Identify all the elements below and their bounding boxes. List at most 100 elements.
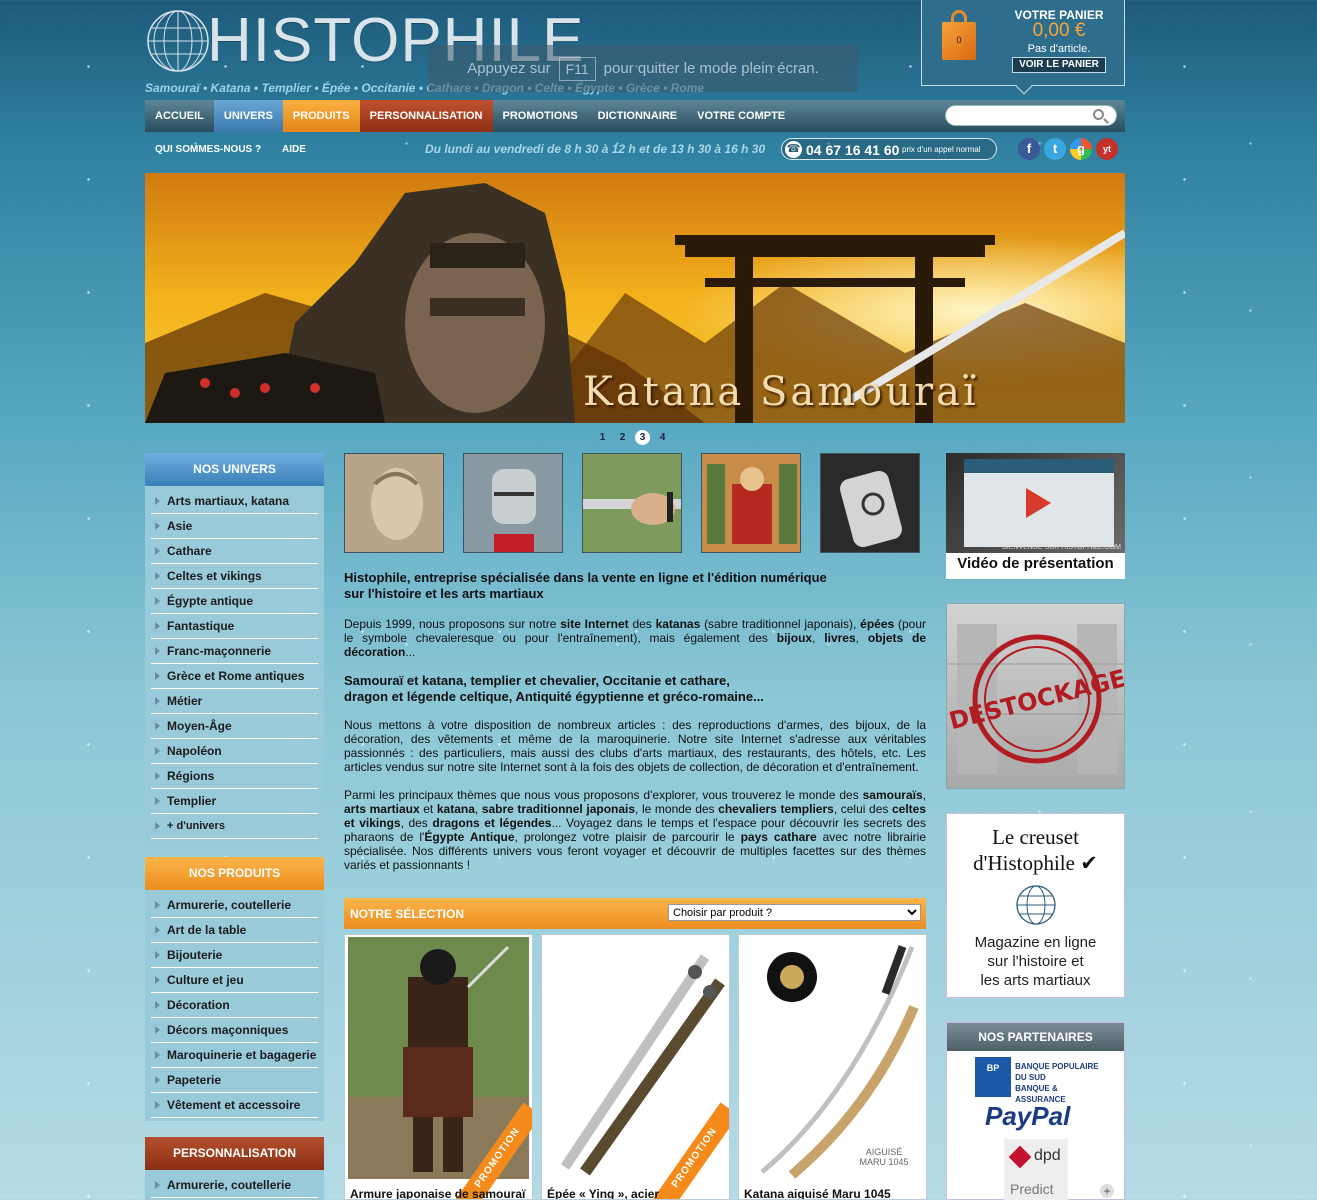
- search-input[interactable]: [954, 106, 1094, 125]
- intro-heading-2a: Samouraï et katana, templier et chevalie…: [344, 673, 730, 688]
- txt: , prolongez votre plaisir de parcourir l…: [514, 830, 741, 844]
- nav-promotions[interactable]: PROMOTIONS: [493, 100, 588, 132]
- fullscreen-notice-after: pour quitter le mode plein écran.: [603, 60, 819, 77]
- creuset-title-2: d'Histophile ✔: [973, 851, 1098, 875]
- nav-votre-compte[interactable]: VOTRE COMPTE: [687, 100, 795, 132]
- partners-heading: NOS PARTENAIRES: [947, 1023, 1124, 1051]
- txt-bold: dragons et légendes: [432, 816, 552, 830]
- thumbnail-templar-helmet[interactable]: [463, 453, 563, 553]
- univers-item[interactable]: Fantastique: [151, 614, 318, 639]
- banner-page-1[interactable]: 1: [595, 430, 610, 445]
- txt: ...: [405, 645, 416, 659]
- creuset-sub-2: sur l'histoire et: [987, 953, 1084, 970]
- destockage-banner[interactable]: DESTOCKAGE: [946, 603, 1125, 789]
- product-name[interactable]: Armure japonaise de samouraï: [350, 1187, 525, 1199]
- nav-univers[interactable]: UNIVERS: [213, 100, 283, 132]
- nav-produits[interactable]: PRODUITS: [282, 100, 360, 132]
- univers-item[interactable]: Arts martiaux, katana: [151, 489, 318, 514]
- help-link[interactable]: AIDE: [282, 144, 306, 155]
- txt: (sabre traditionnel japonais),: [700, 617, 861, 631]
- txt-bold: sabre traditionnel japonais: [481, 802, 636, 816]
- view-cart-button[interactable]: VOIR LE PANIER: [1012, 57, 1106, 73]
- intro-paragraph-3: Parmi les principaux thèmes que nous vou…: [344, 788, 926, 872]
- hero-banner[interactable]: Katana Samouraï: [145, 173, 1125, 423]
- univers-item[interactable]: Napoléon: [151, 739, 318, 764]
- facebook-icon[interactable]: f: [1018, 138, 1040, 160]
- sub-nav: QUI SOMMES-NOUS ? AIDE Du lundi au vendr…: [145, 138, 1125, 162]
- predict-text: Predict: [1010, 1181, 1054, 1197]
- univers-item[interactable]: Moyen-Âge: [151, 714, 318, 739]
- produits-item[interactable]: Vêtement et accessoire: [151, 1093, 318, 1118]
- search-icon[interactable]: [1093, 109, 1104, 120]
- product-filter-select[interactable]: Choisir par produit ?: [668, 904, 921, 921]
- youtube-icon[interactable]: yt: [1096, 138, 1118, 160]
- product-card-katana[interactable]: AIGUISÉ MARU 1045 Katana aiguisé Maru 10…: [738, 934, 927, 1200]
- txt-bold: samouraïs: [862, 788, 923, 802]
- univers-item[interactable]: Égypte antique: [151, 589, 318, 614]
- creuset-magazine[interactable]: Le creuset d'Histophile ✔ Magazine en li…: [946, 813, 1125, 998]
- katana-image-label: AIGUISÉ MARU 1045: [859, 1147, 909, 1167]
- cart-notch: [1015, 77, 1033, 95]
- banque-populaire-logo[interactable]: BP BANQUE POPULAIRE DU SUD BANQUE & ASSU…: [975, 1057, 1101, 1104]
- fullscreen-notice-before: Appuyez sur: [467, 60, 551, 77]
- nav-dictionnaire[interactable]: DICTIONNAIRE: [588, 100, 687, 132]
- more-univers-link[interactable]: + d'univers: [151, 814, 318, 839]
- video-presentation[interactable]: BIENVENUE SUR HISTOPHILE.COM Vidéo de pr…: [946, 453, 1125, 579]
- thumbnail-medieval-art[interactable]: [701, 453, 801, 553]
- banner-pager: 1 2 3 4: [595, 430, 670, 445]
- nav-personnalisation[interactable]: PERSONNALISATION: [359, 100, 493, 132]
- shopping-bag-icon: 0: [942, 10, 976, 60]
- phone-box: ☎ 04 67 16 41 60 prix d'un appel normal: [781, 138, 997, 160]
- produits-item[interactable]: Maroquinerie et bagagerie: [151, 1043, 318, 1068]
- univers-item[interactable]: Cathare: [151, 539, 318, 564]
- dpd-logo[interactable]: dpd Predict: [1004, 1139, 1068, 1200]
- google-icon[interactable]: g: [1070, 138, 1092, 160]
- thumbnail-egypt[interactable]: [344, 453, 444, 553]
- univers-item[interactable]: Celtes et vikings: [151, 564, 318, 589]
- produits-item[interactable]: Bijouterie: [151, 943, 318, 968]
- product-card-epee[interactable]: PROMOTION Épée « Ying », acier: [541, 934, 730, 1200]
- nav-accueil[interactable]: ACCUEIL: [145, 100, 214, 132]
- video-caption: Vidéo de présentation: [957, 555, 1114, 572]
- twitter-icon[interactable]: t: [1044, 138, 1066, 160]
- cart-status: Pas d'article.: [1027, 43, 1091, 55]
- univers-item[interactable]: Asie: [151, 514, 318, 539]
- produits-item[interactable]: Art de la table: [151, 918, 318, 943]
- intro-heading-1: Histophile, entreprise spécialisée dans …: [344, 570, 926, 602]
- txt: Parmi les principaux thèmes que nous vou…: [344, 788, 863, 802]
- personnalisation-box: PERSONNALISATION Armurerie, coutellerie: [145, 1137, 324, 1200]
- univers-item[interactable]: Franc-maçonnerie: [151, 639, 318, 664]
- banner-page-3[interactable]: 3: [635, 430, 650, 445]
- txt-bold: katanas: [655, 617, 701, 631]
- univers-item[interactable]: Grèce et Rome antiques: [151, 664, 318, 689]
- thumbnail-dog-tag[interactable]: [820, 453, 920, 553]
- produits-item[interactable]: Décoration: [151, 993, 318, 1018]
- univers-item[interactable]: Métier: [151, 689, 318, 714]
- txt: , des: [400, 816, 433, 830]
- banner-page-2[interactable]: 2: [615, 430, 630, 445]
- produits-item[interactable]: Décors maçonniques: [151, 1018, 318, 1043]
- personnalisation-item[interactable]: Armurerie, coutellerie: [151, 1173, 318, 1198]
- produits-item[interactable]: Armurerie, coutellerie: [151, 893, 318, 918]
- txt: , le monde des: [635, 802, 719, 816]
- produits-item[interactable]: Culture et jeu: [151, 968, 318, 993]
- about-link[interactable]: QUI SOMMES-NOUS ?: [155, 144, 261, 155]
- product-name[interactable]: Katana aiguisé Maru 1045: [744, 1187, 891, 1199]
- paypal-logo[interactable]: PayPal: [985, 1101, 1070, 1132]
- txt-bold: épées: [860, 617, 895, 631]
- thumbnail-katana-hand[interactable]: [582, 453, 682, 553]
- txt-bold: pays cathare: [740, 830, 817, 844]
- produits-list: Armurerie, coutellerie Art de la table B…: [145, 890, 324, 1121]
- bp-line-2: DU SUD: [1015, 1073, 1046, 1082]
- partners-more-icon[interactable]: +: [1100, 1184, 1114, 1198]
- personnalisation-list: Armurerie, coutellerie: [145, 1170, 324, 1200]
- product-name[interactable]: Épée « Ying », acier: [547, 1187, 659, 1199]
- product-card-armure[interactable]: PROMOTION Armure japonaise de samouraï: [344, 934, 533, 1200]
- univers-item[interactable]: Templier: [151, 789, 318, 814]
- banner-page-4[interactable]: 4: [655, 430, 670, 445]
- txt-bold: chevaliers templiers: [718, 802, 834, 816]
- video-screen-text: BIENVENUE SUR HISTOPHILE.COM: [1002, 544, 1121, 551]
- univers-item[interactable]: Régions: [151, 764, 318, 789]
- produits-item[interactable]: Papeterie: [151, 1068, 318, 1093]
- intro-heading-1b: sur l'histoire et les arts martiaux: [344, 586, 544, 601]
